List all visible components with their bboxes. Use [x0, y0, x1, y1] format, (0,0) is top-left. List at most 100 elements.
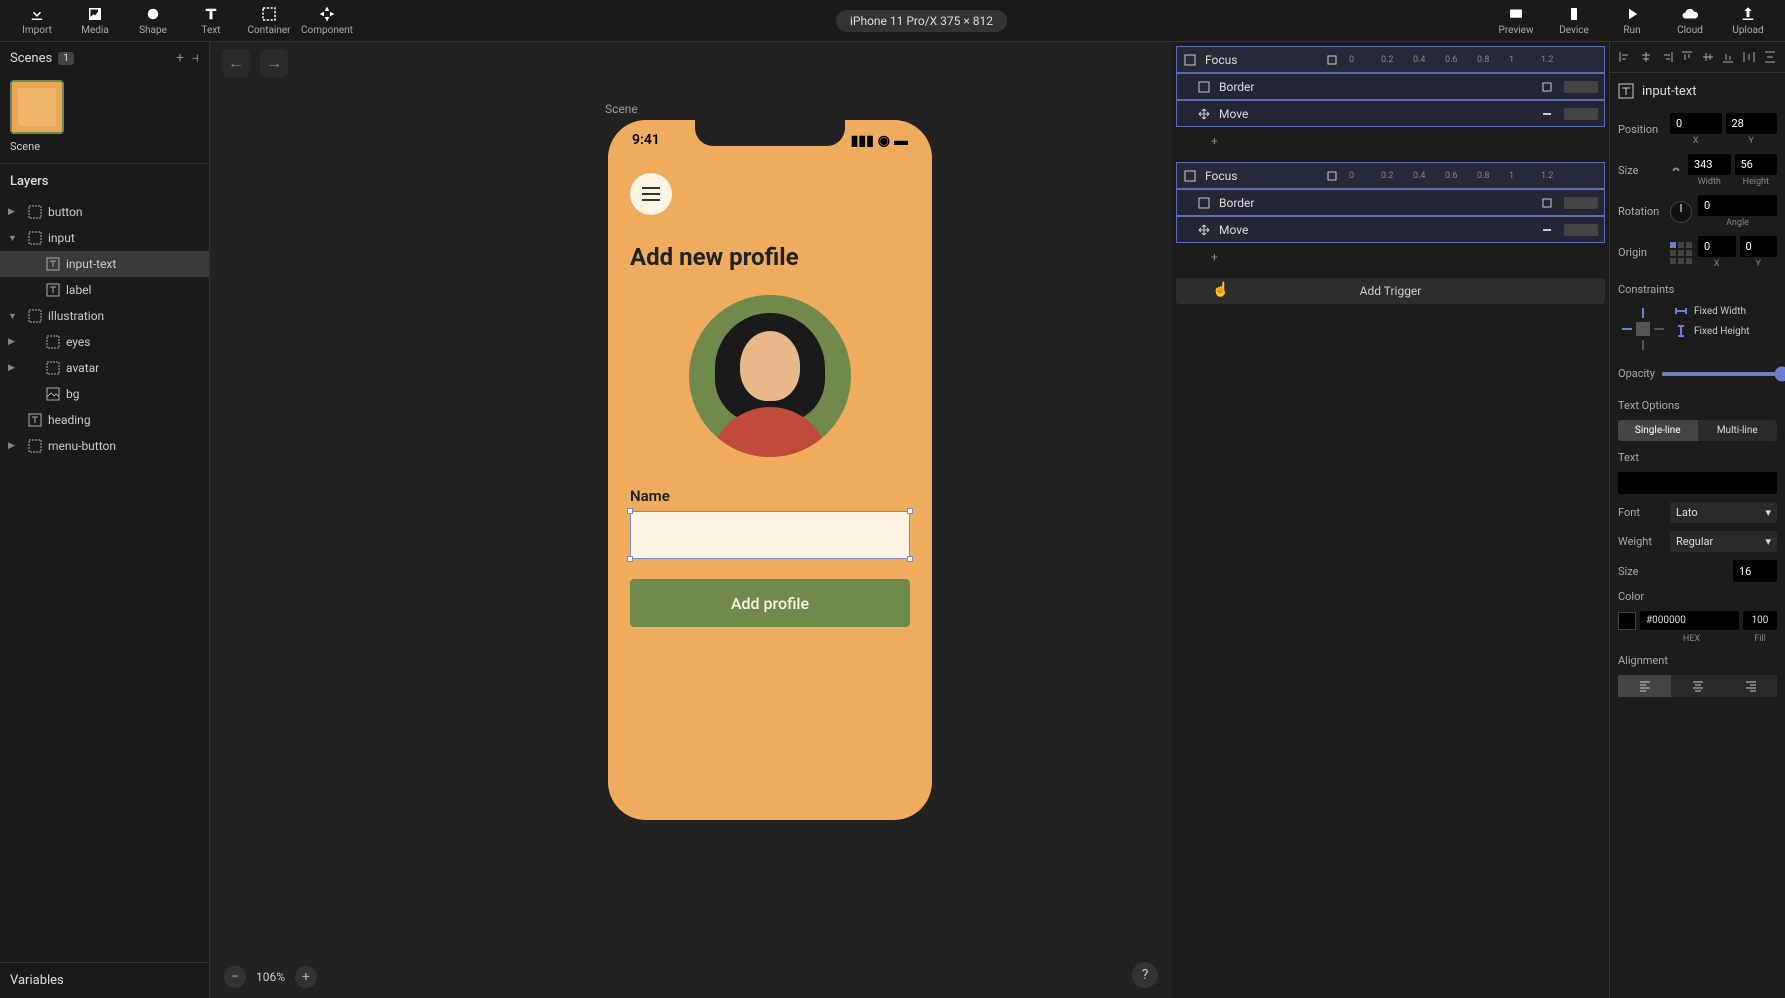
color-fill-input[interactable]: 100 [1743, 611, 1777, 630]
layer-illustration[interactable]: ▼illustration [0, 303, 209, 329]
text-align-right[interactable] [1724, 675, 1777, 697]
link-size-icon[interactable] [1670, 165, 1682, 177]
add-scene-icon[interactable]: + [176, 50, 184, 66]
distribute-h-button[interactable] [1740, 48, 1759, 66]
layer-menu-button[interactable]: ▶menu-button [0, 433, 209, 459]
selection-handle-bl[interactable] [627, 556, 633, 562]
add-trigger-button[interactable]: ☝Add Trigger [1176, 278, 1605, 304]
trigger-caret[interactable]: ▼ [1172, 54, 1175, 65]
layer-caret[interactable]: ▶ [8, 207, 20, 217]
trigger-action-move-1[interactable]: Move [1176, 216, 1605, 243]
preview-button[interactable]: Preview [1487, 1, 1545, 41]
variables-header[interactable]: Variables [0, 962, 209, 998]
trigger-action-move-0[interactable]: Move [1176, 100, 1605, 127]
add-profile-button[interactable]: Add profile [630, 579, 910, 627]
canvas-viewport[interactable]: Scene 9:41 ▮▮▮ ◉ ▬ Add new profile [210, 84, 1172, 998]
help-button[interactable]: ? [1132, 962, 1158, 988]
run-button[interactable]: Run [1603, 1, 1661, 41]
text-button[interactable]: Text [182, 1, 240, 41]
timeline-bar[interactable] [1564, 224, 1598, 236]
selection-handle-tr[interactable] [907, 508, 913, 514]
text-align-center[interactable] [1671, 675, 1724, 697]
media-button[interactable]: Media [66, 1, 124, 41]
weight-select[interactable]: Regular▾ [1670, 531, 1777, 552]
opacity-slider[interactable] [1661, 372, 1785, 376]
color-hex-input[interactable]: #000000 [1640, 611, 1739, 630]
timeline-bar[interactable] [1564, 81, 1598, 93]
fixed-height-toggle[interactable]: Fixed Height [1674, 324, 1777, 338]
layer-heading[interactable]: heading [0, 407, 209, 433]
scene-thumbnail[interactable] [10, 80, 64, 134]
nav-back-button[interactable]: ← [222, 49, 250, 77]
minus-icon[interactable] [1540, 223, 1554, 237]
device-selector[interactable]: iPhone 11 Pro/X 375 × 812 [836, 10, 1007, 32]
keyframe-icon[interactable] [1325, 53, 1339, 67]
container-button[interactable]: Container [240, 1, 298, 41]
selection-handle-br[interactable] [907, 556, 913, 562]
font-select[interactable]: Lato▾ [1670, 502, 1777, 523]
text-align-left[interactable] [1618, 675, 1671, 697]
nav-forward-button[interactable]: → [260, 49, 288, 77]
layer-input[interactable]: ▼input [0, 225, 209, 251]
layer-caret[interactable]: ▶ [8, 363, 20, 373]
single-line-option[interactable]: Single-line [1618, 420, 1698, 441]
text-content-input[interactable] [1618, 472, 1777, 494]
add-action-button-0[interactable]: + [1190, 127, 1605, 154]
position-y-input[interactable] [1726, 113, 1778, 134]
timeline-bar[interactable] [1564, 108, 1598, 120]
origin-y-input[interactable] [1740, 236, 1778, 257]
layer-button[interactable]: ▶button [0, 199, 209, 225]
trigger-caret[interactable]: ▼ [1172, 170, 1175, 181]
timeline-bar[interactable] [1564, 197, 1598, 209]
keyframe-icon[interactable] [1540, 196, 1554, 210]
add-action-button-1[interactable]: + [1190, 243, 1605, 270]
import-button[interactable]: Import [8, 1, 66, 41]
device-button[interactable]: Device [1545, 1, 1603, 41]
height-input[interactable] [1735, 154, 1778, 175]
minus-icon[interactable] [1540, 107, 1554, 121]
fixed-width-toggle[interactable]: Fixed Width [1674, 304, 1777, 318]
trigger-focus-0[interactable]: ▼Focus00.20.40.60.811.2 [1176, 46, 1605, 73]
artboard[interactable]: 9:41 ▮▮▮ ◉ ▬ Add new profile Name [608, 120, 932, 820]
trigger-action-border-1[interactable]: Border [1176, 189, 1605, 216]
layer-eyes[interactable]: ▶eyes [0, 329, 209, 355]
align-left-button[interactable] [1616, 48, 1635, 66]
layer-caret[interactable]: ▼ [8, 311, 20, 322]
menu-button[interactable] [630, 173, 672, 215]
layer-bg[interactable]: bg [0, 381, 209, 407]
zoom-out-button[interactable]: − [224, 966, 246, 988]
constraint-diagram[interactable] [1618, 304, 1668, 354]
layer-caret[interactable]: ▶ [8, 441, 20, 451]
trigger-action-border-0[interactable]: Border [1176, 73, 1605, 100]
origin-grid[interactable] [1670, 242, 1692, 264]
multi-line-option[interactable]: Multi-line [1698, 420, 1778, 441]
align-bottom-button[interactable] [1719, 48, 1738, 66]
width-input[interactable] [1688, 154, 1731, 175]
rotation-input[interactable] [1698, 195, 1777, 216]
align-top-button[interactable] [1678, 48, 1697, 66]
selection-handle-tl[interactable] [627, 508, 633, 514]
layer-label[interactable]: label [0, 277, 209, 303]
align-right-button[interactable] [1657, 48, 1676, 66]
color-swatch[interactable] [1618, 612, 1636, 630]
upload-button[interactable]: Upload [1719, 1, 1777, 41]
distribute-v-button[interactable] [1760, 48, 1779, 66]
cloud-button[interactable]: Cloud [1661, 1, 1719, 41]
align-center-v-button[interactable] [1699, 48, 1718, 66]
name-input[interactable] [630, 511, 910, 559]
zoom-value[interactable]: 106% [256, 970, 285, 984]
layer-avatar[interactable]: ▶avatar [0, 355, 209, 381]
origin-x-input[interactable] [1698, 236, 1736, 257]
zoom-in-button[interactable]: + [295, 966, 317, 988]
keyframe-icon[interactable] [1325, 169, 1339, 183]
layer-input-text[interactable]: input-text [0, 251, 209, 277]
component-button[interactable]: Component [298, 1, 356, 41]
layer-caret[interactable]: ▶ [8, 337, 20, 347]
text-mode-toggle[interactable]: Single-line Multi-line [1618, 420, 1777, 441]
keyframe-icon[interactable] [1540, 80, 1554, 94]
position-x-input[interactable] [1670, 113, 1722, 134]
font-size-input[interactable] [1733, 560, 1777, 582]
trigger-focus-1[interactable]: ▼Focus00.20.40.60.811.2 [1176, 162, 1605, 189]
rotation-dial[interactable] [1670, 201, 1692, 223]
scene-settings-icon[interactable]: ⫞ [192, 50, 199, 66]
